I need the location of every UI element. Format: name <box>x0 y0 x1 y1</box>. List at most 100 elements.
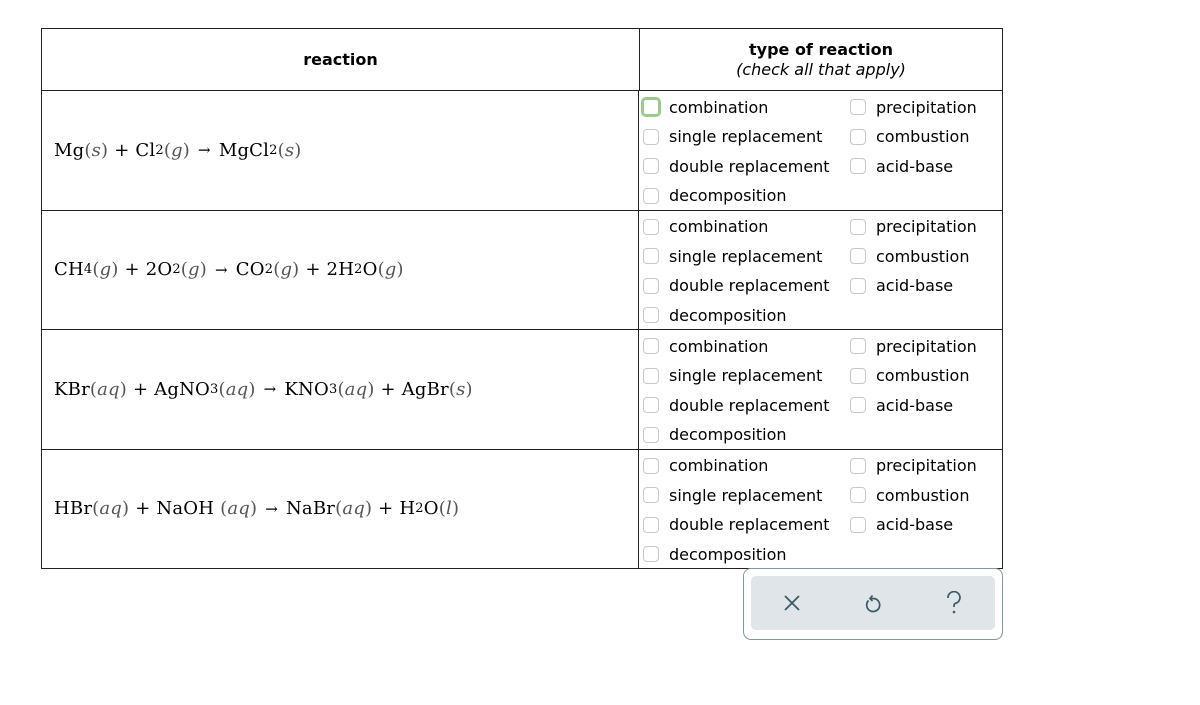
option-double-replacement[interactable]: double replacement <box>643 155 830 177</box>
type-column-header: type of reaction (check all that apply) <box>640 29 1002 90</box>
table-row: HBr (aq) + NaOH (aq) → NaBr (aq) + H 2 O (l) … <box>42 449 1002 569</box>
close-icon <box>784 595 800 611</box>
checkbox[interactable] <box>850 397 866 413</box>
phase: aq <box>344 378 368 400</box>
checkbox[interactable] <box>643 426 659 443</box>
option-precipitation[interactable]: precipitation <box>850 335 977 357</box>
checkbox[interactable] <box>643 158 659 174</box>
option-single-replacement[interactable]: single replacement <box>643 484 822 506</box>
option-combination[interactable]: combination <box>643 216 768 238</box>
option-combustion[interactable]: combustion <box>850 365 969 387</box>
clear-button[interactable] <box>772 583 812 623</box>
option-label: acid-base <box>876 395 954 415</box>
checkbox[interactable] <box>850 99 866 115</box>
option-combustion[interactable]: combustion <box>850 484 969 506</box>
option-combustion[interactable]: combustion <box>850 126 969 148</box>
checkbox[interactable] <box>643 338 659 354</box>
plus: + <box>124 259 140 281</box>
toolbar-panel <box>751 576 995 630</box>
phase: s <box>91 139 102 161</box>
option-combustion[interactable]: combustion <box>850 245 969 267</box>
subscript: 2 <box>415 501 424 517</box>
checkbox[interactable] <box>643 248 659 264</box>
formula: 2H <box>326 259 355 281</box>
option-double-replacement[interactable]: double replacement <box>643 275 830 297</box>
table-row: KBr (aq) + AgNO 3 (aq) → KNO 3 (aq) + AgBr (s)… <box>42 330 1002 450</box>
checkbox[interactable] <box>850 218 866 235</box>
option-decomposition[interactable]: decomposition <box>643 185 787 207</box>
option-label: combination <box>669 97 769 117</box>
checkbox[interactable] <box>850 487 866 503</box>
checkbox[interactable] <box>850 277 866 294</box>
option-precipitation[interactable]: precipitation <box>850 455 977 477</box>
option-single-replacement[interactable]: single replacement <box>643 126 822 148</box>
plus: + <box>378 498 394 520</box>
option-label: single replacement <box>669 246 823 266</box>
option-label: double replacement <box>669 156 830 176</box>
option-decomposition[interactable]: decomposition <box>643 424 787 446</box>
checkbox[interactable] <box>643 307 659 323</box>
reaction-type-options: combination single replacement double repl… <box>639 211 1002 330</box>
option-label: combustion <box>876 366 970 385</box>
option-combination[interactable]: combination <box>643 335 768 357</box>
checkbox[interactable] <box>643 546 659 562</box>
option-label: precipitation <box>876 217 977 236</box>
option-acid-base[interactable]: acid-base <box>850 394 953 416</box>
checkbox[interactable] <box>643 277 659 294</box>
formula: KBr <box>54 378 90 400</box>
checkbox[interactable] <box>850 338 866 354</box>
checkbox[interactable] <box>643 187 659 204</box>
reaction-type-options: combination single replacement double repl… <box>639 450 1002 569</box>
option-label: double replacement <box>669 515 830 534</box>
checkbox[interactable] <box>850 158 866 174</box>
option-single-replacement[interactable]: single replacement <box>643 245 822 267</box>
checkbox[interactable] <box>850 248 866 264</box>
checkbox[interactable] <box>850 128 866 145</box>
checkbox[interactable] <box>643 487 659 503</box>
phase: g <box>384 259 397 281</box>
option-combination[interactable]: combination <box>641 96 769 118</box>
option-precipitation[interactable]: precipitation <box>850 216 977 238</box>
option-double-replacement[interactable]: double replacement <box>643 394 830 416</box>
help-button[interactable] <box>934 583 974 623</box>
phase: aq <box>227 498 250 520</box>
option-label: decomposition <box>669 544 787 564</box>
checkbox[interactable] <box>850 516 866 533</box>
option-label: double replacement <box>669 276 830 295</box>
formula: HBr <box>54 498 93 520</box>
option-label: combination <box>669 456 769 475</box>
option-combination[interactable]: combination <box>643 455 768 477</box>
option-label: decomposition <box>669 305 787 325</box>
checkbox[interactable] <box>641 97 661 117</box>
reaction-equation: CH 4 (g) + 2O 2 (g) → CO 2 (g) + 2H 2 O (g) <box>42 210 639 329</box>
undo-button[interactable] <box>853 583 893 623</box>
phase: g <box>171 139 183 161</box>
checkbox[interactable] <box>643 397 659 413</box>
phase: aq <box>99 498 123 520</box>
formula: Cl <box>135 139 156 161</box>
option-double-replacement[interactable]: double replacement <box>643 514 830 536</box>
checkbox[interactable] <box>643 367 659 384</box>
option-label: combination <box>669 336 769 356</box>
plus: + <box>132 378 149 400</box>
formula: 2O <box>145 259 173 281</box>
phase: g <box>188 259 200 281</box>
checkbox[interactable] <box>850 367 866 384</box>
subscript: 4 <box>83 262 93 278</box>
option-single-replacement[interactable]: single replacement <box>643 365 822 387</box>
subscript: 2 <box>354 262 363 278</box>
option-decomposition[interactable]: decomposition <box>643 304 787 326</box>
option-decomposition[interactable]: decomposition <box>643 543 787 565</box>
checkbox[interactable] <box>643 457 659 474</box>
checkbox[interactable] <box>850 457 866 474</box>
option-label: double replacement <box>669 395 830 415</box>
option-precipitation[interactable]: precipitation <box>850 96 977 118</box>
option-acid-base[interactable]: acid-base <box>850 514 953 536</box>
checkbox[interactable] <box>643 128 659 145</box>
formula: O <box>423 498 439 520</box>
checkbox[interactable] <box>643 218 659 235</box>
option-acid-base[interactable]: acid-base <box>850 155 953 177</box>
subscript: 3 <box>328 381 338 397</box>
option-acid-base[interactable]: acid-base <box>850 275 953 297</box>
checkbox[interactable] <box>643 516 659 533</box>
